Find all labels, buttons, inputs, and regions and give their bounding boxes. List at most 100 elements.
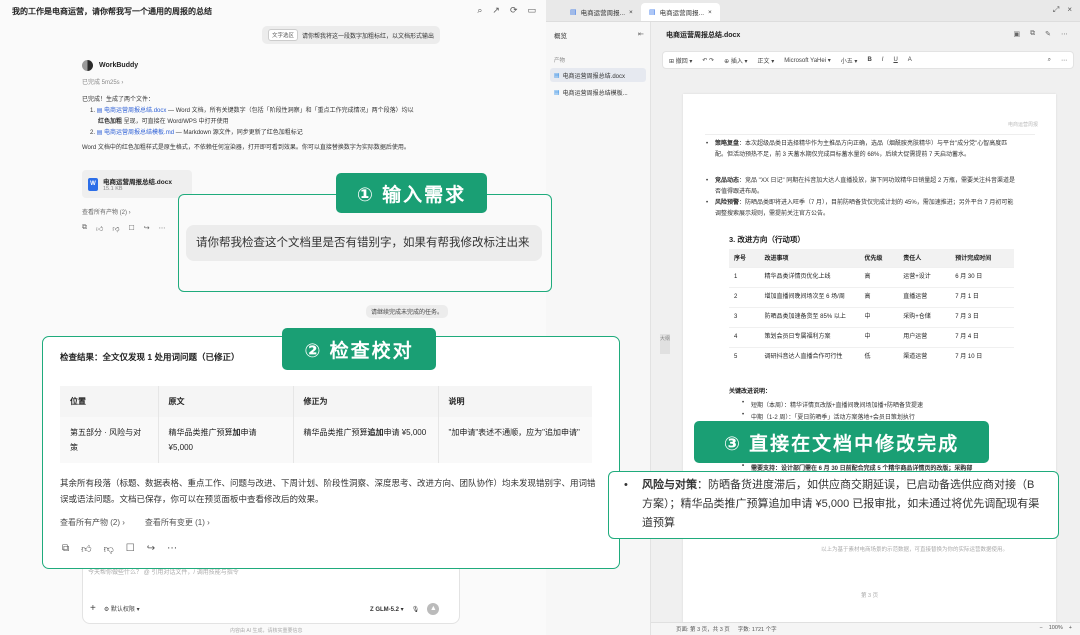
size-select[interactable]: 小五 ▾ (841, 56, 858, 65)
underline-button[interactable]: U (893, 57, 897, 63)
elapsed-time[interactable]: 已完成 5m25s › (82, 77, 123, 86)
redo-icon[interactable]: ↶ ↷ (702, 57, 714, 64)
note-text: Word 文档中的红色加粗样式是原生格式，不依赖任何渲染器，打开即可看到效果。你… (82, 145, 410, 151)
zoom-controls: − 100% + (1039, 625, 1072, 631)
style-select[interactable]: 正文 ▾ (758, 56, 775, 65)
table-row: 5 调研抖音达人直播合作可行性低渠道运营 7 月 10 日 (729, 346, 1014, 367)
share-icon[interactable]: ↪ (147, 543, 155, 555)
history-icon[interactable]: ⟳ (510, 5, 518, 16)
italic-button[interactable]: I (882, 57, 884, 63)
search-icon[interactable]: ⌕ (477, 5, 482, 16)
thumbs-up-icon[interactable]: 👍︎ (81, 543, 91, 555)
col-header-position: 位置 (60, 386, 159, 417)
thumbs-up-icon[interactable]: 👍︎ (96, 224, 103, 233)
panel-icon[interactable]: ▭ (527, 5, 536, 16)
microphone-icon[interactable]: 🎙︎ (412, 606, 420, 613)
tab-doc-1[interactable]: ▤ 电商运营周报... × (562, 3, 641, 21)
file-link-md[interactable]: ▤ 电商运营周报总结模板.md (97, 130, 174, 136)
table-row: 1 精华品类详情页优化上线高运营+设计 6 月 30 日 (729, 266, 1014, 287)
result-title: 检查结果：全文仅发现 1 处用词问题（已修正） (60, 352, 240, 362)
table-row: 3 防晒品类加速备货至 85% 以上中采购+仓储 7 月 3 日 (729, 306, 1014, 327)
table-row: 4 策划会员日专属福利方案中用户运营 7 月 4 日 (729, 326, 1014, 347)
view-changes-link[interactable]: 查看所有变更 (1) › (145, 517, 210, 528)
zoom-in-icon[interactable]: + (1069, 625, 1072, 631)
undo-icon[interactable]: ⊞ 撤回 ▾ (669, 56, 692, 65)
outline-toggle[interactable]: 大纲 (660, 334, 670, 354)
save-icon[interactable]: ▣ (1014, 30, 1021, 38)
edit-icon[interactable]: ✎ (1045, 30, 1051, 38)
bullet-strategy: 策略复盘：本次超级品类日选择精华作为主推品方向正确，选品（烟酰胺亮肤精华）与平台… (706, 139, 1015, 161)
result-summary: 其余所有段落（标题、数据表格、重点工作、问题与改进、下周计划、阶段性洞察、深度思… (60, 478, 596, 504)
cell-original: 精华品类推广预算加申请 ¥5,000 (158, 417, 294, 463)
sidebar-item-docx[interactable]: ▤ 电商运营周报总结.docx (550, 68, 646, 82)
chat-top-icons: ⌕ ↗ ⟳ ▭ (477, 5, 536, 16)
permission-selector[interactable]: ⚙ 默认权限 ▾ (104, 604, 140, 613)
table-row: 第五部分 · 风险与对策 精华品类推广预算加申请 ¥5,000 精华品类推广预算… (60, 417, 592, 463)
more-icon[interactable]: ⋯ (167, 543, 177, 555)
ai-disclaimer: 内容由 AI 生成，请核实重要信息 (230, 628, 303, 634)
bullet-competitor: 竞品动态：竞品 "XX 日记" 同期在抖音加大达人直播投放，旗下同功效精华日销量… (706, 176, 1015, 198)
file-link-docx[interactable]: ▤ 电商运营周报总结.docx (97, 108, 167, 114)
cell-corrected: 精华品类推广预算追加申请 ¥5,000 (293, 417, 439, 463)
chat-title: 我的工作是电商运营，请你帮我写一个通用的周报的总结 (12, 7, 212, 16)
continue-message: 请继续完成未完成的任务。 (366, 305, 449, 318)
copy-icon[interactable]: ⧉ (82, 224, 87, 233)
bold-button[interactable]: B (867, 57, 871, 63)
step2-badge: ② 检查校对 (282, 328, 436, 370)
tab-doc-2[interactable]: ▤ 电商运营周报... × (641, 3, 720, 21)
status-bar: 页面: 第 3 页，共 3 页 字数: 1721 个字 (651, 622, 1080, 635)
more-icon[interactable]: ⋯ (159, 224, 166, 233)
plan-col-header: 改进事项 (759, 249, 860, 267)
copy-icon[interactable]: ⧉ (1030, 30, 1035, 38)
comment-icon[interactable]: ☐ (128, 224, 134, 233)
file-card[interactable]: W 电商运营周报总结.docx 15.1 KB (82, 170, 192, 198)
plan-col-header: 责任人 (898, 249, 951, 267)
bot-header: WorkBuddy (82, 60, 138, 71)
font-select[interactable]: Microsoft YaHei ▾ (784, 57, 830, 64)
expand-icon[interactable]: ⤢ (1053, 5, 1059, 15)
close-icon[interactable]: × (708, 9, 712, 16)
page-header: 电商运营周报 (1007, 122, 1038, 128)
sidebar-title: 概览 (554, 33, 567, 40)
font-color-button[interactable]: A (908, 57, 912, 63)
send-button[interactable]: ▲ (427, 603, 440, 615)
add-icon[interactable]: + (90, 603, 96, 614)
sidebar-item-md[interactable]: ▤ 电商运营周报总结模板... (550, 85, 646, 99)
close-icon[interactable]: × (629, 9, 633, 16)
comment-icon[interactable]: ☐ (126, 543, 135, 555)
key-item-mid: 中期（1-2 周）：「夏日防晒季」活动方案落地+会员日策划执行 (742, 412, 915, 421)
document-page: 电商运营周报 策略复盘：本次超级品类日选择精华作为主推品方向正确，选品（烟酰胺亮… (683, 94, 1056, 635)
file-item-2: 2. ▤ 电商运营周报总结模板.md — Markdown 源文件，同步更新了红… (90, 130, 303, 136)
bullet-risk-warning: 风险预警：防晒品类即将进入旺季（7 月），目前防晒备货仅完成计划的 45%，需加… (706, 198, 1015, 220)
bot-name: WorkBuddy (99, 62, 139, 69)
view-all-products-link[interactable]: 查看所有产物 (2) › (82, 207, 131, 216)
word-doc-icon: ▤ (649, 9, 656, 16)
done-line: 已完成！生成了两个文件： (82, 97, 155, 103)
more-icon[interactable]: ⋯ (1061, 30, 1068, 38)
thumbs-down-icon[interactable]: 👎︎ (104, 543, 114, 555)
zoom-level[interactable]: 100% (1049, 625, 1063, 631)
share-icon[interactable]: ↪ (144, 224, 150, 233)
workbuddy-logo-icon (82, 60, 93, 71)
header-divider (705, 134, 1035, 135)
word-doc-icon: ▤ (570, 9, 577, 16)
thumbs-down-icon[interactable]: 👎︎ (112, 224, 119, 233)
view-products-link[interactable]: 查看所有产物 (2) › (60, 517, 125, 528)
model-selector[interactable]: Z GLM-5.2 ▾ (370, 606, 404, 613)
close-icon[interactable]: × (1067, 5, 1072, 15)
result-links: 查看所有产物 (2) › 查看所有变更 (1) › (60, 517, 210, 528)
file-card-size: 15.1 KB (103, 186, 123, 192)
insert-menu[interactable]: ⊕ 插入 ▾ (724, 56, 747, 65)
search-icon[interactable]: ⌕ (1048, 57, 1051, 64)
copy-icon[interactable]: ⧉ (62, 543, 69, 555)
cell-position: 第五部分 · 风险与对策 (60, 417, 159, 463)
doc-icon: ▤ (554, 89, 560, 96)
input-right-controls: Z GLM-5.2 ▾ 🎙︎ ▲ (370, 603, 440, 615)
zoom-out-icon[interactable]: − (1039, 625, 1042, 631)
collapse-sidebar-icon[interactable]: ⇤ (638, 30, 644, 38)
user-question-bubble: 请你帮我检查这个文档里是否有错别字，如果有帮我修改标注出来 (186, 225, 542, 261)
file-item-1: 1. ▤ 电商运营周报总结.docx — Word 文档，所有关键数字（包括「阶… (90, 108, 414, 125)
doc-footnote: 以上为基于素材电商场景的示范数据，可直接替换为你的实际运营数据使用。 (821, 547, 1009, 553)
more-icon[interactable]: ⋯ (1061, 57, 1067, 64)
share-icon[interactable]: ↗ (492, 5, 500, 16)
